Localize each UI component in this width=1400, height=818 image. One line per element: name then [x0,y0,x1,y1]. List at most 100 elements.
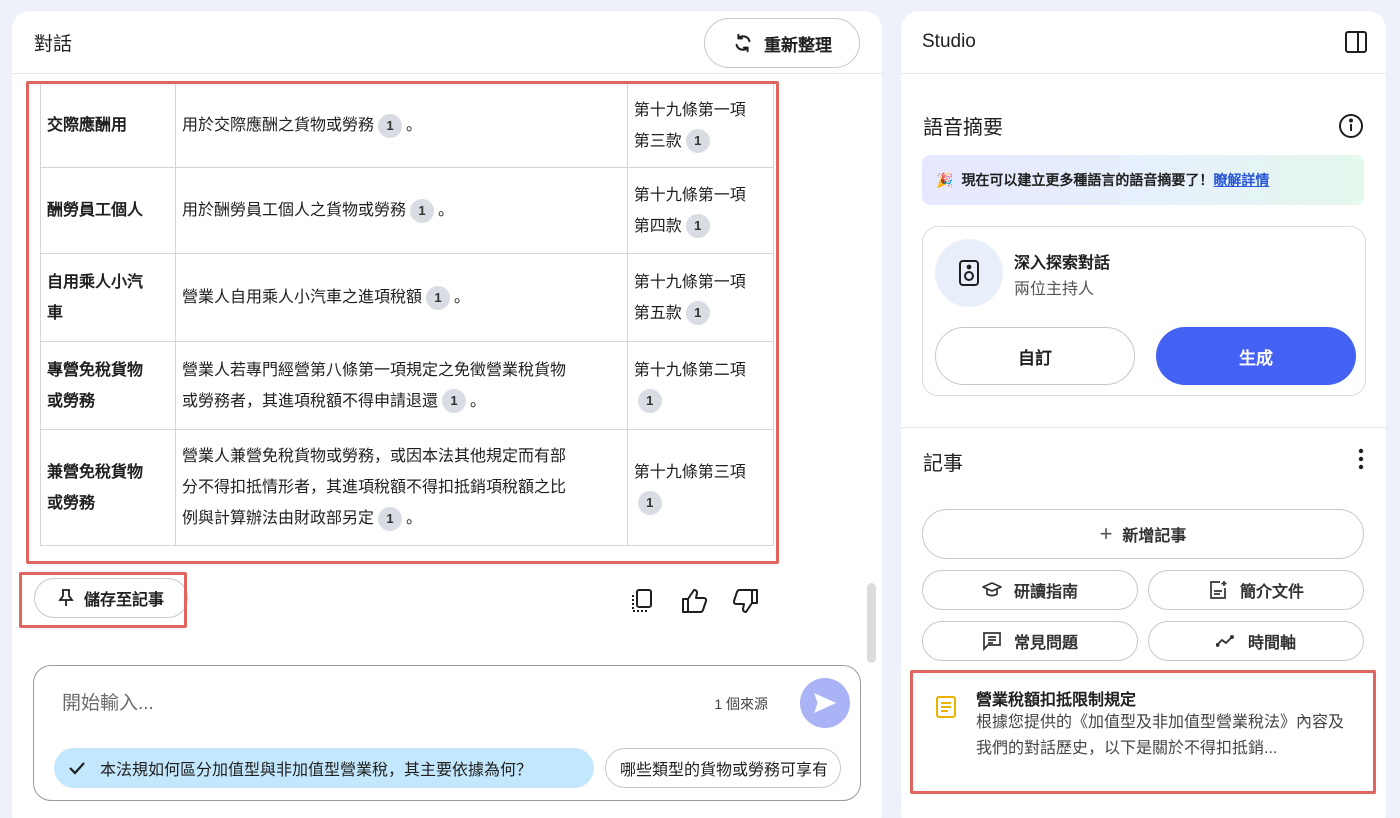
document-icon [1210,581,1227,599]
thumbs-up-icon [682,589,708,613]
speaker-icon [935,239,1003,307]
article-ref: 第三款 [633,132,682,150]
row-description: 用於交際應酬之貨物或勞務 [182,117,375,134]
audio-summary-title: 語音摘要 [923,117,1003,139]
chat-scrollbar[interactable] [867,583,876,663]
faq-icon [983,632,1001,651]
chip-label: 時間軸 [1247,635,1296,652]
table-row: 自用乘人小汽車 營業人自用乘人小汽車之進項稅額 1。 第十九條第一項 第五款 1 [40,253,775,342]
pin-icon [58,589,74,606]
refresh-icon [735,33,751,53]
row-label: 交際應酬用 [47,117,128,134]
more-vert-icon[interactable] [1358,448,1364,470]
article-ref: 第四款 [633,217,682,235]
citation-badge[interactable]: 1 [637,491,662,516]
source-count: 1 個來源 [714,696,768,712]
row-label: 或勞務 [47,392,96,410]
row-description: 用於酬勞員工個人之貨物或勞務 [182,202,407,219]
faq-button[interactable]: 常見問題 [922,621,1138,661]
generate-button[interactable]: 生成 [1156,327,1356,385]
timeline-button[interactable]: 時間軸 [1148,621,1364,661]
suggestion-chip[interactable]: 哪些類型的貨物或勞務可享有 [605,748,841,788]
section-divider [901,427,1386,428]
studio-header: Studio [901,11,1386,74]
check-icon [69,762,85,775]
row-label: 或勞務 [47,494,96,512]
chat-header: 對話 重新整理 [12,11,882,74]
chat-panel: 對話 重新整理 交際應酬用 用於交際應酬之貨物或勞務 1。 第十九條第一項 第三款 1… [12,11,882,818]
panel-toggle-icon[interactable] [1343,29,1369,55]
studio-panel: Studio 語音摘要 🎉 現在可以建立更多種語言的語音摘要了！瞭解詳情 深入探… [901,11,1386,818]
graduation-cap-icon [982,582,1002,597]
row-label: 自用乘人小汽 [47,273,144,291]
article-ref: 第十九條第一項 [633,186,746,204]
citation-badge[interactable]: 1 [637,389,662,414]
row-description: 營業人若專門經營第八條第一項規定之免徵營業稅貨物 [182,361,567,379]
study-guide-button[interactable]: 研讀指南 [922,570,1138,610]
row-description: 或勞務者，其進項稅額不得申請退還 [182,392,439,410]
note-body: 根據您提供的《加值型及非加值型營業稅法》內容及我們的對話歷史，以下是關於不得扣抵… [976,714,1345,757]
learn-more-link[interactable]: 瞭解詳情 [1213,172,1269,188]
customize-button[interactable]: 自訂 [935,327,1135,385]
note-icon [936,696,956,718]
table-row: 專營免稅貨物 或勞務 營業人若專門經營第八條第一項規定之免徵營業稅貨物 或勞務者，其… [40,341,775,430]
row-label: 專營免稅貨物 [47,361,144,379]
table-row: 酬勞員工個人 用於酬勞員工個人之貨物或勞務 1。 第十九條第一項 第四款 1 [40,167,775,254]
save-to-note-label: 儲存至記事 [83,592,164,609]
copy-button[interactable] [626,585,658,617]
save-to-note-button[interactable]: 儲存至記事 [34,578,188,618]
plus-icon: + [1099,521,1113,546]
response-actions [626,585,762,617]
article-ref: 第十九條第一項 [633,101,746,119]
row-label: 酬勞員工個人 [47,202,144,219]
restriction-table: 交際應酬用 用於交際應酬之貨物或勞務 1。 第十九條第一項 第三款 1 酬勞員工個人 … [40,83,790,561]
suggestion-text: 哪些類型的貨物或勞務可享有 [620,762,829,779]
note-title: 營業稅額扣抵限制規定 [976,692,1137,709]
add-note-button[interactable]: + 新增記事 [922,509,1364,559]
audio-subtitle: 兩位主持人 [1014,281,1095,298]
article-ref: 第十九條第一項 [633,273,746,291]
info-banner: 🎉 現在可以建立更多種語言的語音摘要了！瞭解詳情 [922,155,1364,205]
table-row: 交際應酬用 用於交際應酬之貨物或勞務 1。 第十九條第一項 第三款 1 [40,83,775,168]
send-button[interactable] [800,678,850,728]
briefing-doc-button[interactable]: 簡介文件 [1148,570,1364,610]
citation-badge[interactable]: 1 [426,285,451,310]
audio-overview-card: 深入探索對話 兩位主持人 自訂 生成 [922,226,1366,396]
studio-title: Studio [922,31,976,52]
citation-badge[interactable]: 1 [685,301,710,326]
copy-icon [632,589,652,612]
citation-badge[interactable]: 1 [685,214,710,239]
thumbs-up-button[interactable] [678,585,710,617]
banner-text: 現在可以建立更多種語言的語音摘要了！ [961,172,1214,188]
table-row: 兼營免稅貨物 或勞務 營業人兼營免稅貨物或勞務，或因本法其他規定而有部 分不得扣抵情… [40,429,775,546]
row-description: 例與計算辦法由財政部另定 [182,510,375,527]
row-label: 車 [47,304,64,322]
suggestion-chip[interactable]: 本法規如何區分加值型與非加值型營業稅，其主要依據為何？ [54,748,594,788]
note-card[interactable]: 營業稅額扣抵限制規定 根據您提供的《加值型及非加值型營業稅法》內容及我們的對話歷… [915,675,1375,795]
chip-label: 簡介文件 [1239,584,1304,601]
row-description: 營業人自用乘人小汽車之進項稅額 [182,289,423,306]
citation-badge[interactable]: 1 [378,113,403,138]
add-note-label: 新增記事 [1122,528,1187,545]
row-description: 分不得扣抵情形者，其進項稅額不得扣抵銷項稅額之比 [182,479,567,496]
article-ref: 第五款 [633,304,682,322]
article-ref: 第十九條第二項 [633,361,746,379]
suggestion-text: 本法規如何區分加值型與非加值型營業稅，其主要依據為何？ [100,762,533,779]
citation-badge[interactable]: 1 [685,129,710,154]
refresh-button[interactable]: 重新整理 [704,18,860,68]
chat-title: 對話 [34,33,73,55]
composer: 1 個來源 本法規如何區分加值型與非加值型營業稅，其主要依據為何？ 哪些類型的貨… [33,665,861,801]
thumbs-down-button[interactable] [730,585,762,617]
row-description: 營業人兼營免稅貨物或勞務，或因本法其他規定而有部 [182,448,567,465]
citation-badge[interactable]: 1 [442,389,467,414]
article-ref: 第十九條第三項 [633,463,746,481]
timeline-icon [1215,635,1234,647]
refresh-label: 重新整理 [764,35,832,55]
info-icon[interactable] [1338,113,1364,139]
citation-badge[interactable]: 1 [378,506,403,531]
chip-label: 研讀指南 [1013,584,1078,601]
party-icon: 🎉 [936,171,954,188]
citation-badge[interactable]: 1 [410,198,435,223]
row-label: 兼營免稅貨物 [47,463,144,481]
message-input[interactable] [62,686,662,722]
